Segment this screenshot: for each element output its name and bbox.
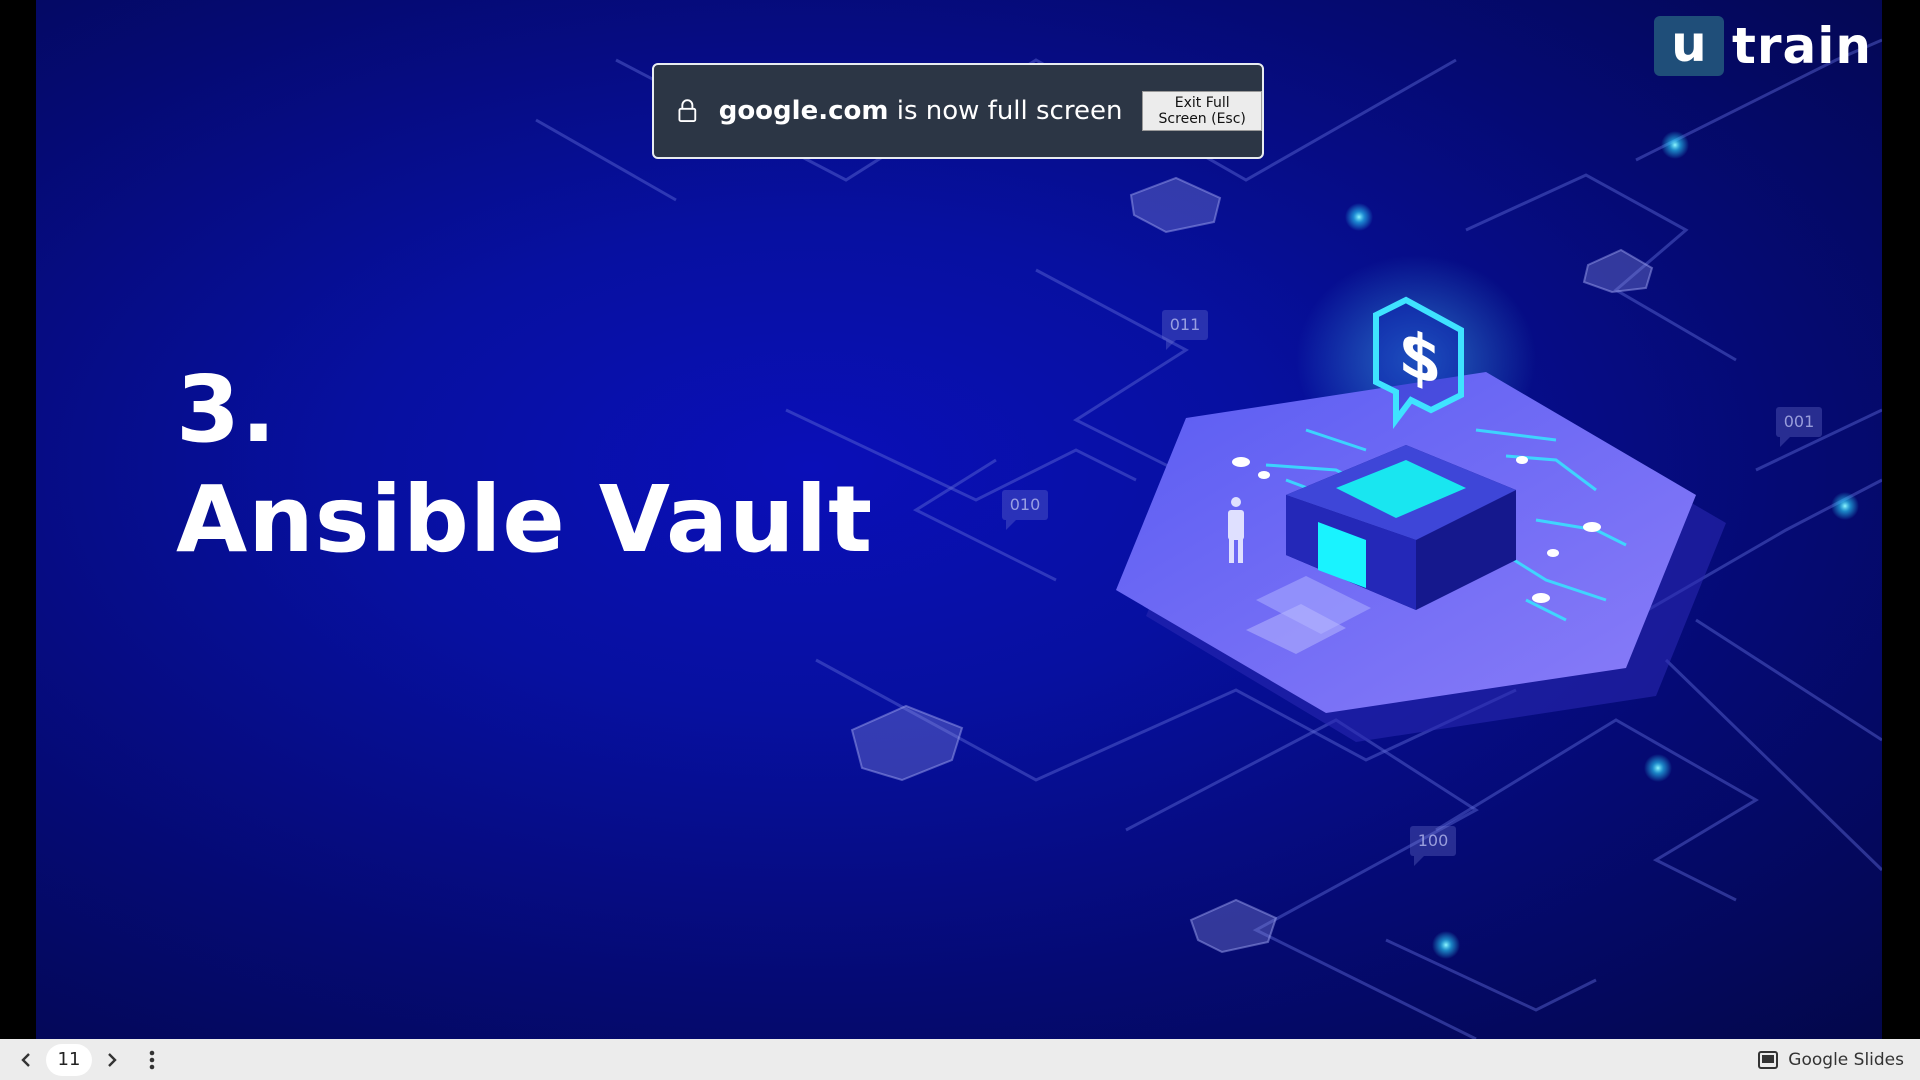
google-slides-label[interactable]: Google Slides [1758, 1039, 1904, 1080]
utrain-logo: u train [1653, 16, 1872, 76]
chevron-right-icon [108, 1052, 117, 1067]
options-menu-button[interactable] [132, 1039, 172, 1080]
fullscreen-domain: google.com [718, 96, 889, 126]
more-vert-icon [149, 1050, 155, 1069]
logo-u-mark: u [1653, 16, 1724, 76]
app-label: Google Slides [1788, 1049, 1904, 1070]
binary-tag-4: 100 [1418, 831, 1449, 850]
logo-wordmark: train [1731, 17, 1872, 75]
fullscreen-message: is now full screen [888, 96, 1123, 126]
exit-fullscreen-button[interactable]: Exit Full Screen (Esc) [1142, 91, 1262, 131]
slides-icon [1758, 1050, 1779, 1069]
previous-slide-button[interactable] [6, 1039, 46, 1080]
slide-title: 3. Ansible Vault [176, 355, 873, 575]
lock-icon [678, 99, 697, 123]
presentation-toolbar: 11 Google Slides [0, 1039, 1920, 1080]
section-number: 3. [176, 356, 277, 463]
slide-number-field[interactable]: 11 [46, 1043, 92, 1076]
binary-tag-1: 011 [1170, 315, 1201, 334]
section-title: Ansible Vault [176, 466, 874, 573]
binary-tag-3: 001 [1784, 412, 1815, 431]
next-slide-button[interactable] [92, 1039, 132, 1080]
binary-tag-2: 010 [1010, 495, 1041, 514]
fullscreen-notification: google.com is now full screen Exit Full … [652, 63, 1264, 159]
chevron-left-icon [21, 1052, 30, 1067]
